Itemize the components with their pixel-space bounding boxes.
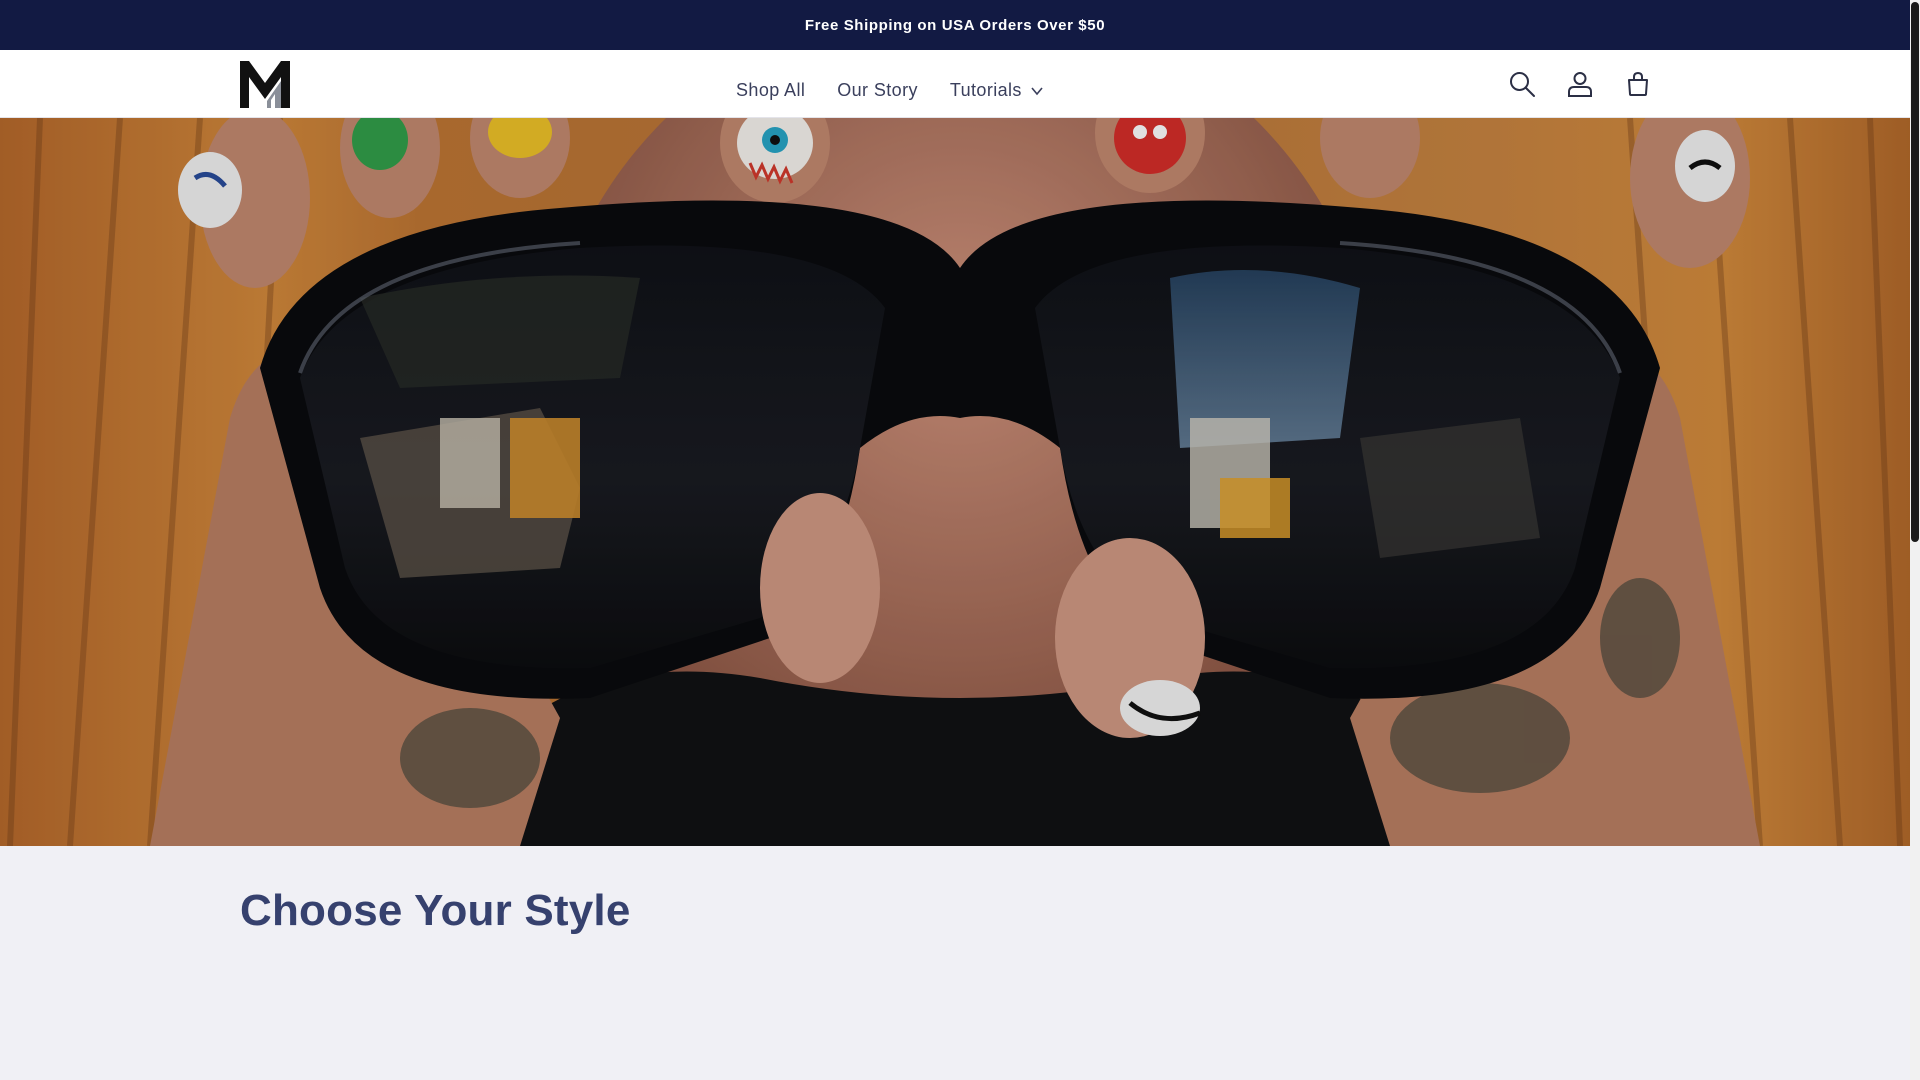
nav-tutorials[interactable]: Tutorials bbox=[934, 68, 1060, 101]
announcement-bar: Free Shipping on USA Orders Over $50 bbox=[0, 0, 1910, 50]
chevron-down-icon bbox=[1031, 87, 1043, 96]
announcement-text: Free Shipping on USA Orders Over $50 bbox=[804, 16, 1106, 34]
hero-image bbox=[0, 118, 1910, 846]
section-title: Choose Your Style bbox=[240, 886, 631, 935]
page: Free Shipping on USA Orders Over $50 Sho… bbox=[0, 0, 1920, 1080]
main-nav: Shop All Our Story Tutorials bbox=[720, 50, 1060, 118]
search-icon[interactable] bbox=[1508, 70, 1536, 98]
scrollbar-thumb[interactable] bbox=[1911, 2, 1919, 542]
cart-icon[interactable] bbox=[1624, 70, 1652, 98]
nav-our-story[interactable]: Our Story bbox=[821, 68, 934, 101]
account-icon[interactable] bbox=[1566, 70, 1594, 98]
header-icons bbox=[1508, 50, 1652, 118]
nav-shop-all[interactable]: Shop All bbox=[720, 68, 821, 101]
site-header: Shop All Our Story Tutorials bbox=[0, 50, 1910, 118]
hero-illustration bbox=[0, 118, 1910, 846]
mn-logo-icon[interactable] bbox=[240, 61, 290, 108]
